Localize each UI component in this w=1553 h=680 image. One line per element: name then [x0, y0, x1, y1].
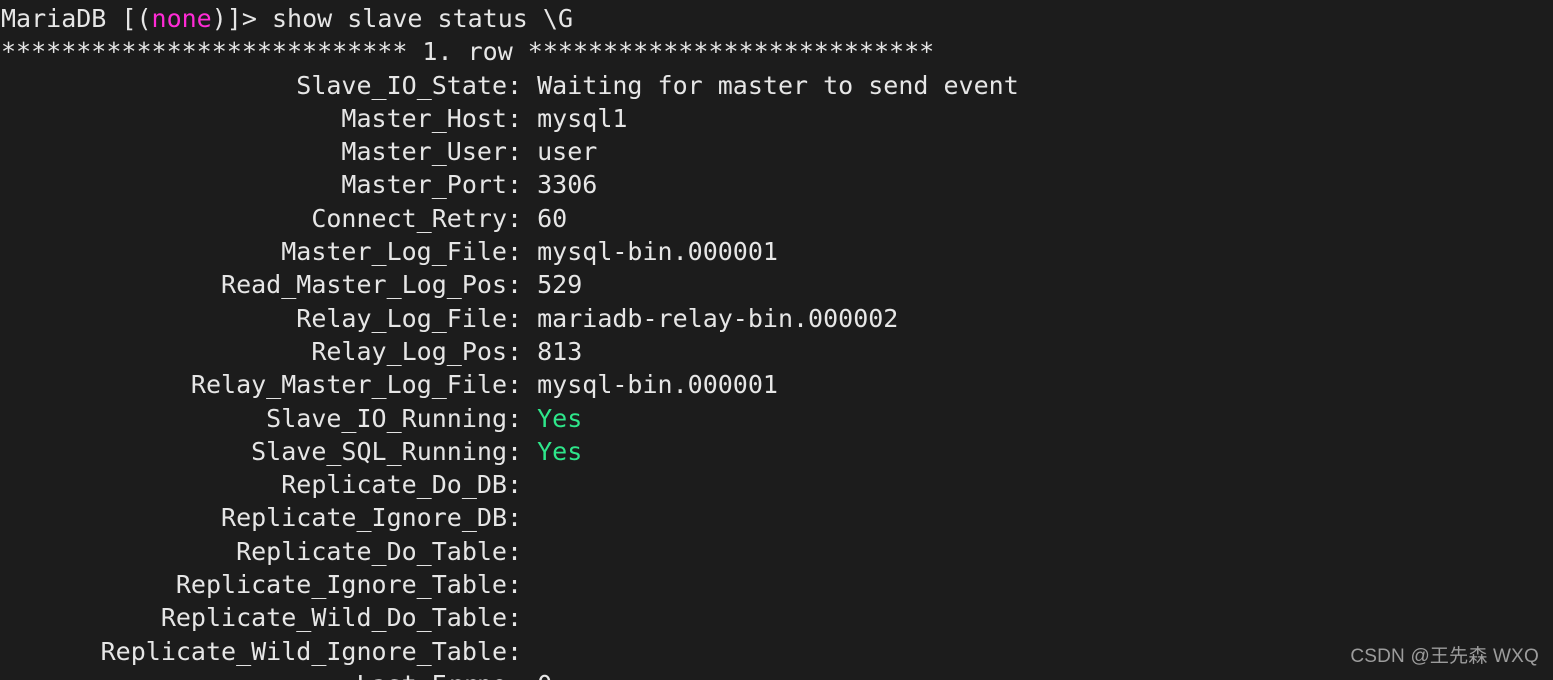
- field-row: Replicate_Do_DB:: [1, 468, 1553, 501]
- field-colon: :: [507, 137, 523, 167]
- field-colon: :: [507, 470, 523, 500]
- field-label: Replicate_Do_DB: [281, 470, 507, 500]
- field-value: 3306: [537, 170, 598, 200]
- prompt-bracket-close: )]>: [211, 4, 272, 33]
- field-colon: :: [507, 203, 523, 233]
- field-label: Read_Master_Log_Pos: [221, 270, 507, 300]
- field-gap: [522, 137, 537, 166]
- terminal-screen[interactable]: MariaDB [(none)]> show slave status \G *…: [0, 0, 1553, 680]
- field-row: Replicate_Wild_Ignore_Table:: [1, 635, 1553, 668]
- field-colon: :: [507, 103, 523, 133]
- prompt-database-name: none: [151, 4, 212, 33]
- field-colon: :: [507, 70, 523, 100]
- field-value: 60: [537, 203, 568, 233]
- field-row: Read_Master_Log_Pos: 529: [1, 268, 1553, 301]
- field-gap: [522, 637, 537, 666]
- field-row: Slave_IO_Running: Yes: [1, 402, 1553, 435]
- field-label: Slave_IO_State: [296, 70, 507, 100]
- field-label: Master_Log_File: [281, 237, 507, 267]
- field-value: mysql-bin.000001: [537, 370, 778, 400]
- field-row: Relay_Log_Pos: 813: [1, 335, 1553, 368]
- field-row: Replicate_Do_Table:: [1, 535, 1553, 568]
- field-gap: [522, 204, 537, 233]
- field-value: Waiting for master to send event: [537, 70, 1019, 100]
- field-value: Yes: [537, 436, 583, 466]
- field-label: Connect_Retry: [311, 203, 507, 233]
- field-row: Relay_Log_File: mariadb-relay-bin.000002: [1, 302, 1553, 335]
- field-row: Slave_SQL_Running: Yes: [1, 435, 1553, 468]
- field-row: Master_Port: 3306: [1, 168, 1553, 201]
- field-row: Replicate_Ignore_DB:: [1, 501, 1553, 534]
- field-colon: :: [507, 670, 522, 680]
- field-value: 0: [537, 670, 552, 680]
- field-gap: [522, 670, 537, 680]
- field-gap: [522, 71, 537, 100]
- field-value: mysql-bin.000001: [537, 237, 778, 267]
- field-colon: :: [507, 503, 523, 533]
- field-row: Master_User: user: [1, 135, 1553, 168]
- field-value: 529: [537, 270, 583, 300]
- field-gap: [522, 404, 537, 433]
- field-colon: :: [507, 270, 523, 300]
- field-gap: [522, 370, 537, 399]
- field-value: 813: [537, 336, 583, 366]
- command-text: show slave status \G: [271, 4, 573, 33]
- watermark: CSDN @王先森 WXQ: [1350, 646, 1539, 667]
- field-gap: [522, 270, 537, 299]
- field-value: mysql1: [537, 103, 628, 133]
- field-row: Slave_IO_State: Waiting for master to se…: [1, 69, 1553, 102]
- field-row: Master_Host: mysql1: [1, 102, 1553, 135]
- field-label: Relay_Log_File: [296, 303, 507, 333]
- field-row: Relay_Master_Log_File: mysql-bin.000001: [1, 368, 1553, 401]
- field-label: Replicate_Wild_Do_Table: [160, 603, 507, 633]
- field-label: Replicate_Ignore_DB: [221, 503, 507, 533]
- field-label: Relay_Log_Pos: [311, 336, 507, 366]
- field-label: Slave_SQL_Running: [251, 436, 507, 466]
- field-label: Last_Errno: [1, 668, 507, 680]
- field-gap: [522, 470, 537, 499]
- field-colon: :: [507, 237, 523, 267]
- field-gap: [522, 503, 537, 532]
- field-value: mariadb-relay-bin.000002: [537, 303, 899, 333]
- field-colon: :: [507, 636, 523, 666]
- field-colon: :: [507, 336, 523, 366]
- prompt-bracket-open: [(: [121, 4, 152, 33]
- field-gap: [522, 170, 537, 199]
- field-label: Replicate_Wild_Ignore_Table: [100, 636, 507, 666]
- field-label: Master_User: [341, 137, 507, 167]
- field-row: Master_Log_File: mysql-bin.000001: [1, 235, 1553, 268]
- prompt-app-label: MariaDB: [1, 4, 122, 33]
- field-gap: [522, 437, 537, 466]
- field-gap: [522, 570, 537, 599]
- field-value: Yes: [537, 403, 583, 433]
- field-label: Master_Port: [341, 170, 507, 200]
- field-colon: :: [507, 170, 523, 200]
- row-separator: *************************** 1. row *****…: [1, 37, 935, 67]
- field-colon: :: [507, 570, 523, 600]
- field-label: Replicate_Ignore_Table: [175, 570, 507, 600]
- field-gap: [522, 337, 537, 366]
- prompt-line: MariaDB [(none)]> show slave status \G: [1, 2, 1553, 35]
- field-gap: [522, 104, 537, 133]
- field-colon: :: [507, 370, 523, 400]
- field-gap: [522, 304, 537, 333]
- field-value: user: [537, 137, 598, 167]
- field-label: Relay_Master_Log_File: [190, 370, 507, 400]
- field-gap: [522, 537, 537, 566]
- field-colon: :: [507, 603, 523, 633]
- field-row: Replicate_Ignore_Table:: [1, 568, 1553, 601]
- field-colon: :: [507, 536, 523, 566]
- field-colon: :: [507, 403, 523, 433]
- field-label: Master_Host: [341, 103, 507, 133]
- field-gap: [522, 603, 537, 632]
- field-row: Last_Errno: 0: [1, 668, 1553, 680]
- field-row: Replicate_Wild_Do_Table:: [1, 601, 1553, 634]
- field-gap: [522, 237, 537, 266]
- field-label: Slave_IO_Running: [266, 403, 507, 433]
- field-colon: :: [507, 436, 523, 466]
- field-colon: :: [507, 303, 523, 333]
- field-label: Replicate_Do_Table: [236, 536, 507, 566]
- field-row: Connect_Retry: 60: [1, 202, 1553, 235]
- result-field-list: Slave_IO_State: Waiting for master to se…: [1, 69, 1553, 680]
